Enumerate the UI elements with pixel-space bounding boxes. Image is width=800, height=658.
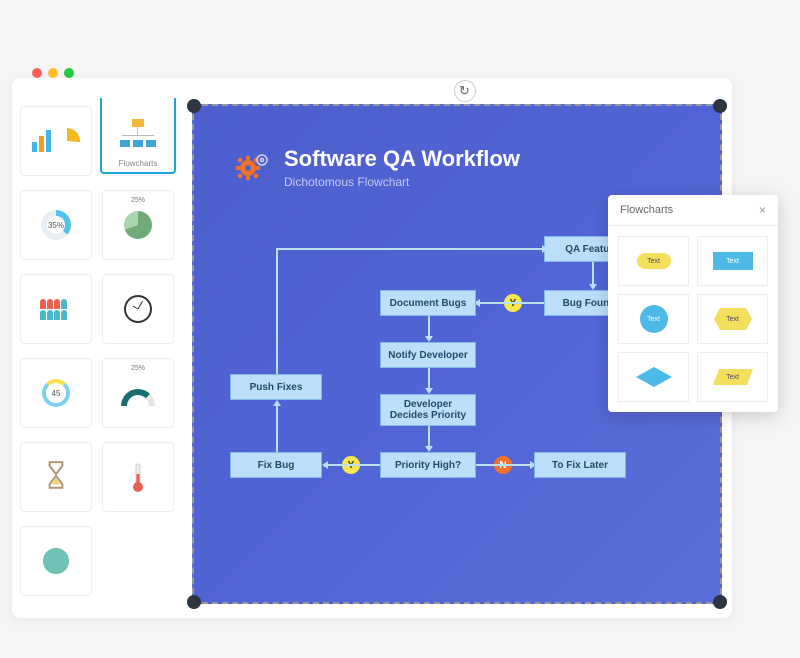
traffic-yellow-icon[interactable]	[48, 68, 58, 78]
widget-sidebar: Flowcharts 35% 25% 35% 45 25%	[12, 98, 182, 608]
shape-process[interactable]: Text	[697, 236, 768, 286]
gauge-icon	[121, 389, 155, 406]
shape-terminator[interactable]: Text	[618, 236, 689, 286]
arrow	[592, 262, 594, 286]
shape-hexagon[interactable]: Text	[697, 294, 768, 344]
shape-connector[interactable]: Text	[618, 294, 689, 344]
arrow	[476, 464, 532, 466]
arrow	[276, 404, 278, 452]
hourglass-icon	[45, 460, 67, 495]
arrowhead-icon	[273, 400, 281, 406]
thumb-green-pie[interactable]: 25%	[102, 190, 174, 260]
close-icon[interactable]: ×	[759, 203, 766, 217]
thumb-people[interactable]	[20, 274, 92, 344]
shape-diamond[interactable]	[618, 352, 689, 402]
shapes-panel-title: Flowcharts	[620, 204, 673, 216]
bar-chart-icon	[32, 130, 51, 152]
arrowhead-icon	[542, 245, 548, 253]
thumb-bar-pie[interactable]	[20, 106, 92, 176]
thumb-thermometer[interactable]	[102, 442, 174, 512]
arrow	[428, 426, 430, 448]
arrow	[428, 316, 430, 338]
thumb-clock[interactable]	[102, 274, 174, 344]
traffic-green-icon[interactable]	[64, 68, 74, 78]
thermometer-icon	[131, 462, 145, 492]
people-icon	[40, 299, 72, 320]
arrow	[326, 464, 380, 466]
node-notify-developer[interactable]: Notify Developer	[380, 342, 476, 368]
thumb-ring-45[interactable]: 45	[20, 358, 92, 428]
arrow	[276, 248, 278, 374]
shapes-grid: Text Text Text Text Text	[608, 226, 778, 412]
globe-icon	[43, 548, 69, 574]
arrow	[478, 302, 544, 304]
flowchart-icon	[120, 119, 156, 147]
traffic-red-icon[interactable]	[32, 68, 42, 78]
arrowhead-icon	[322, 461, 328, 469]
node-fix-bug[interactable]: Fix Bug	[230, 452, 322, 478]
thumb-label: Flowcharts	[119, 159, 158, 168]
node-document-bugs[interactable]: Document Bugs	[380, 290, 476, 316]
rotate-handle[interactable]: ↻	[454, 80, 476, 102]
thumb-flowcharts[interactable]: Flowcharts	[100, 98, 176, 174]
pie-icon	[124, 211, 152, 239]
donut-icon: 35%	[41, 210, 71, 240]
node-to-fix-later[interactable]: To Fix Later	[534, 452, 626, 478]
thumb-donut-35[interactable]: 35%	[20, 190, 92, 260]
node-push-fixes[interactable]: Push Fixes	[230, 374, 322, 400]
thumb-globe[interactable]	[20, 526, 92, 596]
shape-parallelogram[interactable]: Text	[697, 352, 768, 402]
node-priority-high[interactable]: Priority High?	[380, 452, 476, 478]
node-developer-decides[interactable]: Developer Decides Priority	[380, 394, 476, 426]
thumb-hourglass[interactable]	[20, 442, 92, 512]
shapes-panel-header: Flowcharts ×	[608, 195, 778, 226]
shapes-panel[interactable]: Flowcharts × Text Text Text Text Text	[608, 195, 778, 412]
pie-chart-icon	[54, 128, 80, 154]
rotate-icon: ↻	[459, 83, 470, 99]
arrow	[276, 248, 544, 250]
clock-icon	[124, 295, 152, 323]
thumb-gauge[interactable]: 25%	[102, 358, 174, 428]
arrow	[428, 368, 430, 390]
traffic-lights	[32, 68, 74, 78]
